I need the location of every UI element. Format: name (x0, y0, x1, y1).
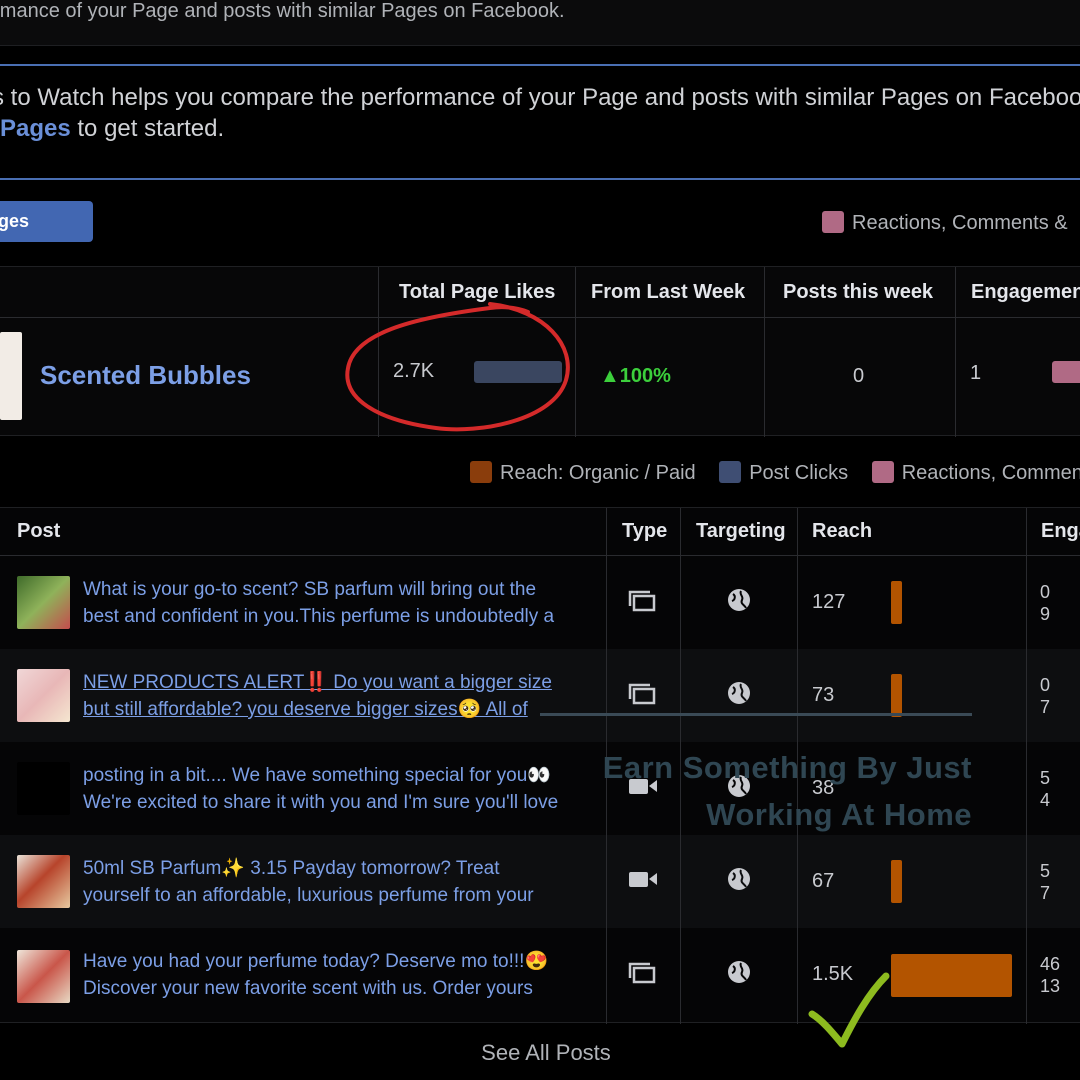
info-box: s to Watch helps you compare the perform… (0, 64, 1080, 180)
post-thumbnail[interactable] (17, 576, 70, 629)
globe-icon (728, 682, 750, 704)
post-text-line: but still affordable? you deserve bigger… (83, 699, 528, 720)
posts-legend: Reach: Organic / Paid Post Clicks Reacti… (470, 461, 1080, 485)
section-description: ormance of your Page and posts with simi… (0, 0, 1080, 46)
engagement-value: 5 (1040, 861, 1051, 881)
legend-label: Reactions, Comments & (852, 212, 1068, 234)
post-text[interactable]: posting in a bit.... We have something s… (83, 762, 598, 816)
legend-item: Reactions, Commen (871, 461, 1080, 485)
divider (764, 267, 765, 437)
post-text[interactable]: What is your go-to scent? SB parfum will… (83, 576, 598, 630)
compare-legend: Reactions, Comments & (822, 211, 1068, 235)
post-text-line: yourself to an affordable, luxurious per… (83, 885, 534, 906)
engagement-values: 5 7 (1040, 860, 1050, 904)
header-engagement[interactable]: Enga (1041, 508, 1080, 555)
post-thumbnail[interactable] (17, 855, 70, 908)
overlay-rule (540, 713, 972, 716)
divider (955, 267, 956, 437)
add-pages-button[interactable]: ges (0, 201, 93, 242)
globe-icon (728, 868, 750, 890)
legend-label: Reactions, Commen (901, 462, 1080, 484)
globe-icon (728, 961, 750, 983)
post-text-line: Discover your new favorite scent with us… (83, 978, 533, 999)
reach-bar (891, 581, 902, 624)
engagement-value: 7 (1040, 883, 1051, 903)
legend-item: Post Clicks (719, 461, 848, 485)
post-text-line: best and confident in you.This perfume i… (83, 606, 555, 627)
legend-label: Reach: Organic / Paid (500, 462, 696, 484)
album-icon (628, 590, 656, 618)
header-post[interactable]: Post (17, 508, 60, 555)
post-thumbnail[interactable] (17, 950, 70, 1003)
red-annotation-circle (345, 302, 570, 432)
video-icon (628, 869, 658, 895)
post-thumbnail[interactable] (17, 669, 70, 722)
engagement-values: 0 9 (1040, 581, 1050, 625)
engagement-values: 0 7 (1040, 674, 1050, 718)
engagement-value: 9 (1040, 604, 1051, 624)
engagement-values: 46 13 (1040, 953, 1060, 997)
post-text-line: Have you had your perfume today? Deserve… (83, 951, 549, 972)
engagement-value: 4 (1040, 790, 1051, 810)
reach-value: 67 (812, 870, 835, 892)
album-icon (628, 962, 656, 990)
engagement-values: 5 4 (1040, 767, 1050, 811)
legend-swatch (719, 461, 742, 483)
legend-swatch (470, 461, 492, 483)
post-text-line: 50ml SB Parfum✨ 3.15 Payday tomorrow? Tr… (83, 858, 500, 879)
post-thumbnail[interactable] (17, 762, 70, 815)
post-text[interactable]: NEW PRODUCTS ALERT‼️ Do you want a bigge… (83, 669, 598, 723)
engagement-value: 13 (1040, 976, 1061, 996)
section-description-text: ormance of your Page and posts with simi… (0, 0, 565, 22)
reach-bar (891, 954, 1012, 997)
add-pages-link[interactable]: Pages (0, 115, 71, 142)
info-text-rest: to get started. (70, 115, 225, 142)
overlay-caption: Earn Something By Just Working At Home (560, 744, 972, 838)
engagement-value: 5 (1040, 768, 1051, 788)
legend-item: Reach: Organic / Paid (470, 461, 696, 485)
post-text-line: NEW PRODUCTS ALERT‼️ Do you want a bigge… (83, 672, 552, 693)
header-posts-this-week[interactable]: Posts this week (783, 267, 933, 317)
album-icon (628, 683, 656, 711)
growth-value: ▲100% (600, 365, 671, 387)
legend-label: Post Clicks (749, 462, 849, 484)
engagement-bar (1052, 361, 1080, 383)
engagement-value: 0 (1040, 675, 1051, 695)
legend-swatch (871, 461, 894, 483)
engagement-value: 1 (970, 362, 982, 384)
post-text-line: What is your go-to scent? SB parfum will… (83, 579, 537, 600)
info-text: s to Watch helps you compare the perform… (0, 84, 1080, 111)
legend-swatch (822, 211, 844, 233)
post-text-line: We're excited to share it with you and I… (83, 792, 559, 813)
post-text[interactable]: 50ml SB Parfum✨ 3.15 Payday tomorrow? Tr… (83, 855, 598, 909)
post-text-line: posting in a bit.... We have something s… (83, 765, 551, 786)
see-all-posts-link[interactable]: See All Posts (0, 1040, 1080, 1066)
page-name-link[interactable]: Scented Bubbles (40, 360, 251, 391)
engagement-value: 7 (1040, 697, 1051, 717)
page-avatar[interactable] (0, 332, 22, 420)
checkmark-icon (808, 972, 890, 1048)
table-row[interactable]: What is your go-to scent? SB parfum will… (0, 556, 1080, 649)
posts-this-week-value: 0 (853, 365, 865, 387)
reach-value: 73 (812, 684, 835, 706)
table-row[interactable]: NEW PRODUCTS ALERT‼️ Do you want a bigge… (0, 649, 1080, 742)
divider (1026, 508, 1027, 1024)
overlay-caption-line: Working At Home (706, 797, 972, 832)
header-type[interactable]: Type (622, 508, 667, 555)
table-row[interactable]: Have you had your perfume today? Deserve… (0, 928, 1080, 1021)
info-text-line2: Pages to get started. (0, 115, 224, 143)
reach-value: 127 (812, 591, 846, 613)
engagement-value: 0 (1040, 582, 1051, 602)
reach-bar (891, 674, 902, 717)
globe-icon (728, 589, 750, 611)
engagement-value: 46 (1040, 954, 1061, 974)
overlay-caption-line: Earn Something By Just (602, 750, 972, 785)
header-from-last-week[interactable]: From Last Week (591, 267, 745, 317)
header-targeting[interactable]: Targeting (696, 508, 786, 555)
header-reach[interactable]: Reach (812, 508, 872, 555)
reach-bar (891, 860, 902, 903)
table-row[interactable]: 50ml SB Parfum✨ 3.15 Payday tomorrow? Tr… (0, 835, 1080, 928)
post-text[interactable]: Have you had your perfume today? Deserve… (83, 948, 598, 1002)
header-engagement[interactable]: Engagemen (971, 267, 1080, 317)
